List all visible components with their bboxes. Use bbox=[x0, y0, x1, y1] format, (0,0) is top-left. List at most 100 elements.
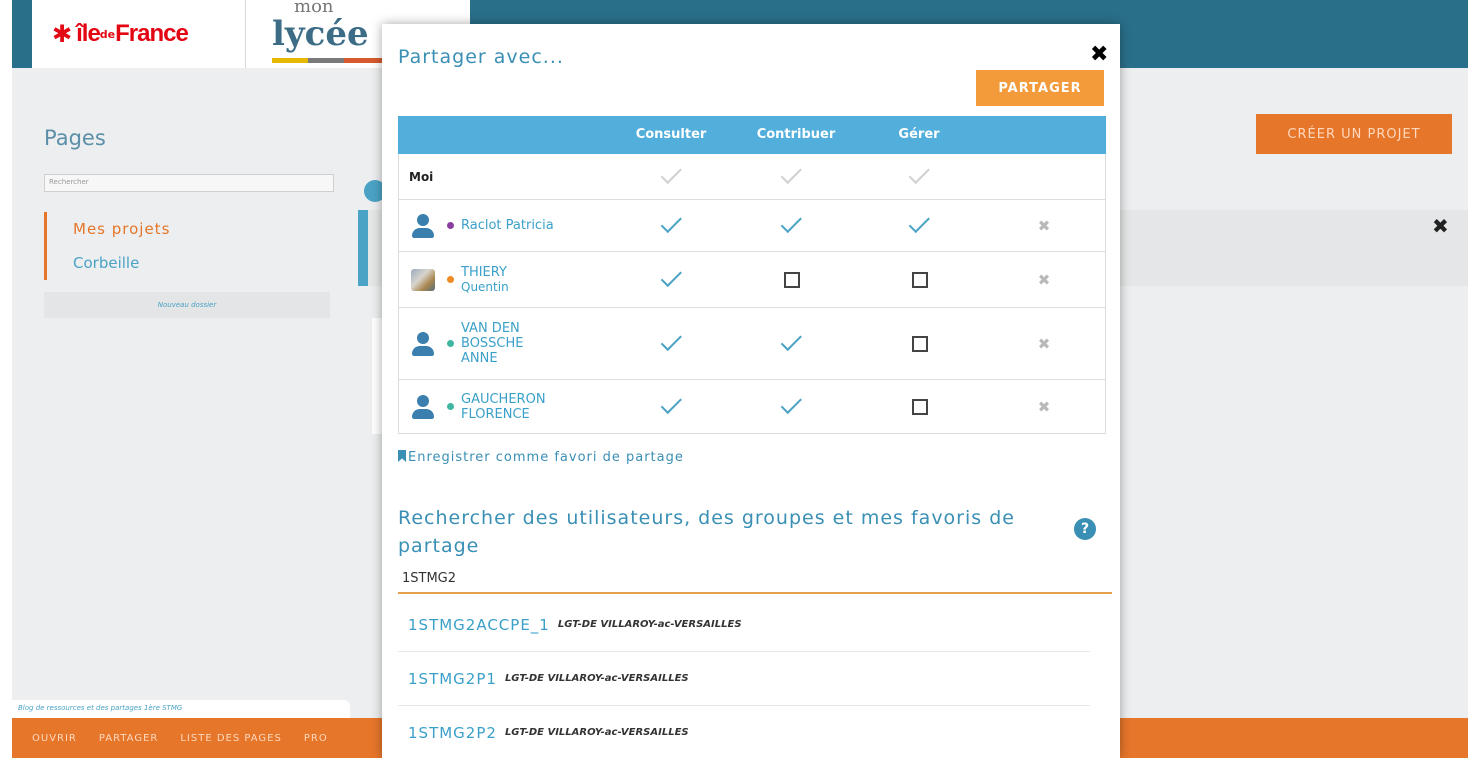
create-project-button[interactable]: CRÉER UN PROJET bbox=[1256, 114, 1452, 154]
right-contribute-toggle[interactable] bbox=[747, 200, 837, 251]
group-name: 1STMG2P1 bbox=[408, 669, 497, 688]
user-photo bbox=[411, 268, 435, 291]
checkbox-empty-icon bbox=[912, 335, 928, 352]
right-contribute-toggle[interactable] bbox=[747, 252, 837, 307]
pages-title: Pages bbox=[44, 126, 106, 150]
owner-contribute-check bbox=[747, 154, 837, 199]
user-type-dot bbox=[447, 222, 454, 229]
right-manage-toggle[interactable] bbox=[875, 252, 965, 307]
right-consult-toggle[interactable] bbox=[627, 380, 717, 433]
user-icon-head bbox=[417, 213, 429, 226]
user-name-link[interactable]: GAUCHERON FLORENCE bbox=[461, 392, 571, 422]
logo-lycee-text: lycée bbox=[272, 14, 369, 54]
new-folder-button[interactable]: Nouveau dossier bbox=[44, 292, 330, 318]
menu-liste-des-pages[interactable]: LISTE DES PAGES bbox=[180, 733, 282, 744]
column-header-contribuer: Contribuer bbox=[756, 127, 836, 142]
right-contribute-toggle[interactable] bbox=[747, 380, 837, 433]
right-manage-toggle[interactable] bbox=[875, 200, 965, 251]
user-cell: GAUCHERON FLORENCE bbox=[409, 380, 571, 433]
check-icon bbox=[660, 211, 682, 233]
bookmark-icon bbox=[398, 450, 406, 462]
check-icon bbox=[780, 329, 802, 351]
right-consult-toggle[interactable] bbox=[627, 200, 717, 251]
user-cell: VAN DEN BOSSCHE ANNE bbox=[409, 308, 551, 379]
group-name: 1STMG2ACCPE_1 bbox=[408, 615, 550, 634]
table-row-user: GAUCHERON FLORENCE ✖ bbox=[398, 380, 1106, 434]
checkbox-empty-icon bbox=[912, 271, 928, 288]
logo-ile-text: île bbox=[76, 20, 101, 47]
owner-consult-check bbox=[627, 154, 717, 199]
checkbox-empty-icon bbox=[784, 271, 800, 288]
table-row-owner: Moi bbox=[398, 154, 1106, 200]
menu-pro[interactable]: PRO bbox=[304, 733, 328, 744]
user-icon-head bbox=[417, 394, 429, 407]
group-school: LGT-DE VILLAROY-ac-VERSAILLES bbox=[557, 619, 742, 630]
user-cell: THIERY Quentin bbox=[409, 252, 509, 307]
column-header-consulter: Consulter bbox=[635, 127, 707, 142]
user-type-dot bbox=[447, 276, 454, 283]
owner-name: Moi bbox=[409, 170, 434, 184]
right-manage-toggle[interactable] bbox=[875, 308, 965, 379]
table-row-user: THIERY Quentin ✖ bbox=[398, 252, 1106, 308]
search-result-item[interactable]: 1STMG2P2 LGT-DE VILLAROY-ac-VERSAILLES bbox=[398, 706, 1090, 758]
group-school: LGT-DE VILLAROY-ac-VERSAILLES bbox=[504, 673, 689, 684]
user-name: GAUCHERON FLORENCE bbox=[461, 391, 546, 422]
sidebar-item-corbeille[interactable]: Corbeille bbox=[73, 246, 170, 280]
save-favorite-link[interactable]: Enregistrer comme favori de partage bbox=[398, 450, 684, 465]
check-icon bbox=[780, 211, 802, 233]
share-button[interactable]: PARTAGER bbox=[976, 70, 1104, 106]
search-result-item[interactable]: 1STMG2P1 LGT-DE VILLAROY-ac-VERSAILLES bbox=[398, 652, 1090, 706]
blog-tab[interactable]: Blog de ressources et des partages 1ère … bbox=[12, 700, 350, 718]
user-icon-body bbox=[412, 408, 434, 419]
user-search-input[interactable] bbox=[398, 564, 1112, 594]
remove-user-icon[interactable]: ✖ bbox=[999, 308, 1089, 379]
user-cell: Raclot Patricia bbox=[409, 200, 554, 251]
user-name: THIERY bbox=[461, 264, 507, 280]
check-icon bbox=[660, 265, 682, 287]
user-name-link[interactable]: THIERY Quentin bbox=[461, 265, 509, 295]
owner-manage-check bbox=[875, 154, 965, 199]
share-modal: Partager avec... ✖ PARTAGER Consulter Co… bbox=[382, 24, 1120, 758]
user-name: Raclot Patricia bbox=[461, 218, 554, 233]
modal-close-icon[interactable]: ✖ bbox=[1090, 42, 1108, 67]
help-icon[interactable]: ? bbox=[1074, 518, 1096, 540]
sidebar-item-mes-projets[interactable]: Mes projets bbox=[73, 212, 170, 246]
iledefrance-logo[interactable]: ✱ île de France bbox=[32, 0, 246, 68]
group-school: LGT-DE VILLAROY-ac-VERSAILLES bbox=[504, 727, 689, 738]
logo-de-text: de bbox=[99, 27, 116, 41]
table-header-row: Consulter Contribuer Gérer bbox=[398, 116, 1106, 154]
right-contribute-toggle[interactable] bbox=[747, 308, 837, 379]
user-icon-head bbox=[417, 331, 429, 344]
user-name-link[interactable]: VAN DEN BOSSCHE ANNE bbox=[461, 321, 551, 366]
user-icon bbox=[409, 212, 437, 240]
right-manage-toggle[interactable] bbox=[875, 380, 965, 433]
table-row-user: Raclot Patricia ✖ bbox=[398, 200, 1106, 252]
close-icon[interactable]: ✖ bbox=[1432, 214, 1449, 238]
user-type-dot bbox=[447, 340, 454, 347]
menu-partager[interactable]: PARTAGER bbox=[99, 733, 158, 744]
card-background bbox=[372, 318, 382, 434]
search-title: Rechercher des utilisateurs, des groupes… bbox=[398, 507, 1015, 557]
monlycee-logo[interactable]: mon lycée bbox=[246, 0, 394, 68]
table-row-user: VAN DEN BOSSCHE ANNE ✖ bbox=[398, 308, 1106, 380]
user-firstname: Quentin bbox=[461, 279, 509, 294]
column-header-gerer: Gérer bbox=[898, 127, 940, 142]
check-icon bbox=[908, 211, 930, 233]
search-result-item[interactable]: 1STMG2ACCPE_1 LGT-DE VILLAROY-ac-VERSAILL… bbox=[398, 598, 1090, 652]
check-icon bbox=[780, 392, 802, 414]
sidebar-nav: Mes projets Corbeille bbox=[44, 212, 170, 280]
modal-title: Partager avec... bbox=[398, 46, 564, 68]
remove-user-icon[interactable]: ✖ bbox=[999, 252, 1089, 307]
right-consult-toggle[interactable] bbox=[627, 308, 717, 379]
user-name-link[interactable]: Raclot Patricia bbox=[461, 218, 554, 233]
save-favorite-label: Enregistrer comme favori de partage bbox=[408, 450, 684, 465]
user-type-dot bbox=[447, 403, 454, 410]
right-consult-toggle[interactable] bbox=[627, 252, 717, 307]
logo-france-text: France bbox=[115, 20, 189, 47]
remove-user-icon[interactable]: ✖ bbox=[999, 380, 1089, 433]
remove-user-icon[interactable]: ✖ bbox=[999, 200, 1089, 251]
user-icon bbox=[409, 393, 437, 421]
sidebar-search-input[interactable]: Rechercher bbox=[44, 174, 334, 192]
logo-stripe bbox=[272, 58, 392, 63]
menu-ouvrir[interactable]: OUVRIR bbox=[32, 733, 77, 744]
